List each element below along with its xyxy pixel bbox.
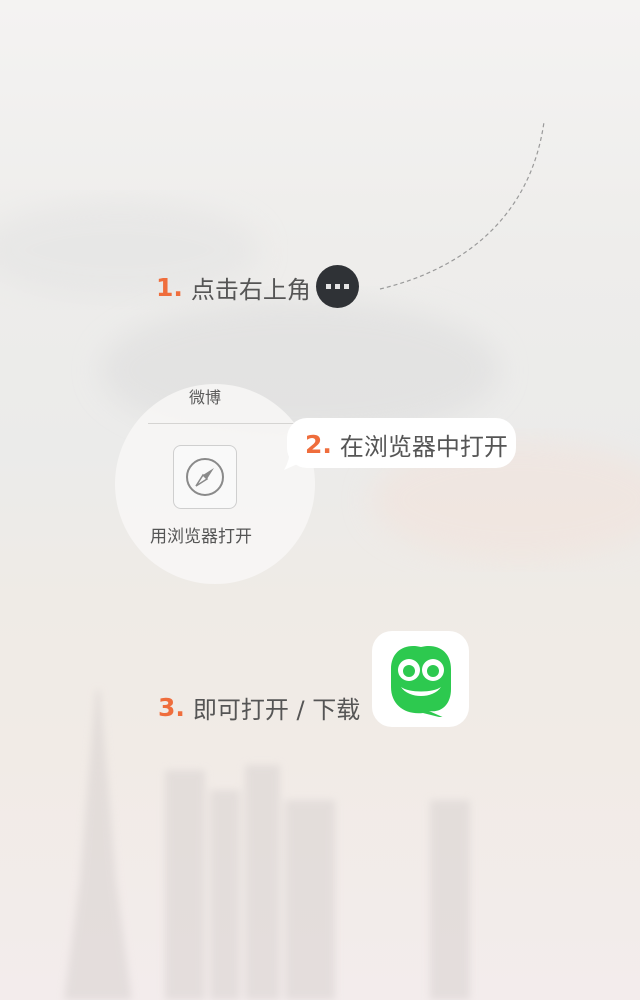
pointer-dashed-curve [379, 121, 545, 290]
browser-option-label: 用浏览器打开 [150, 527, 252, 547]
step-1-number: 1. [156, 273, 183, 302]
step-2: 2. 在浏览器中打开 [305, 427, 508, 462]
menu-title: 微博 [189, 388, 222, 407]
menu-divider [148, 423, 308, 424]
owl-app-icon [372, 631, 469, 727]
step-1: 1. 点击右上角 [156, 270, 311, 305]
step-3: 3. 即可打开 / 下载 [158, 690, 360, 725]
step-1-text: 点击右上角 [190, 276, 311, 304]
step-3-text: 即可打开 / 下载 [192, 696, 361, 724]
step-2-number: 2. [305, 430, 332, 459]
more-dots-icon [316, 265, 359, 308]
step-2-text: 在浏览器中打开 [339, 433, 508, 461]
step-3-number: 3. [158, 693, 185, 722]
compass-icon [173, 445, 237, 509]
